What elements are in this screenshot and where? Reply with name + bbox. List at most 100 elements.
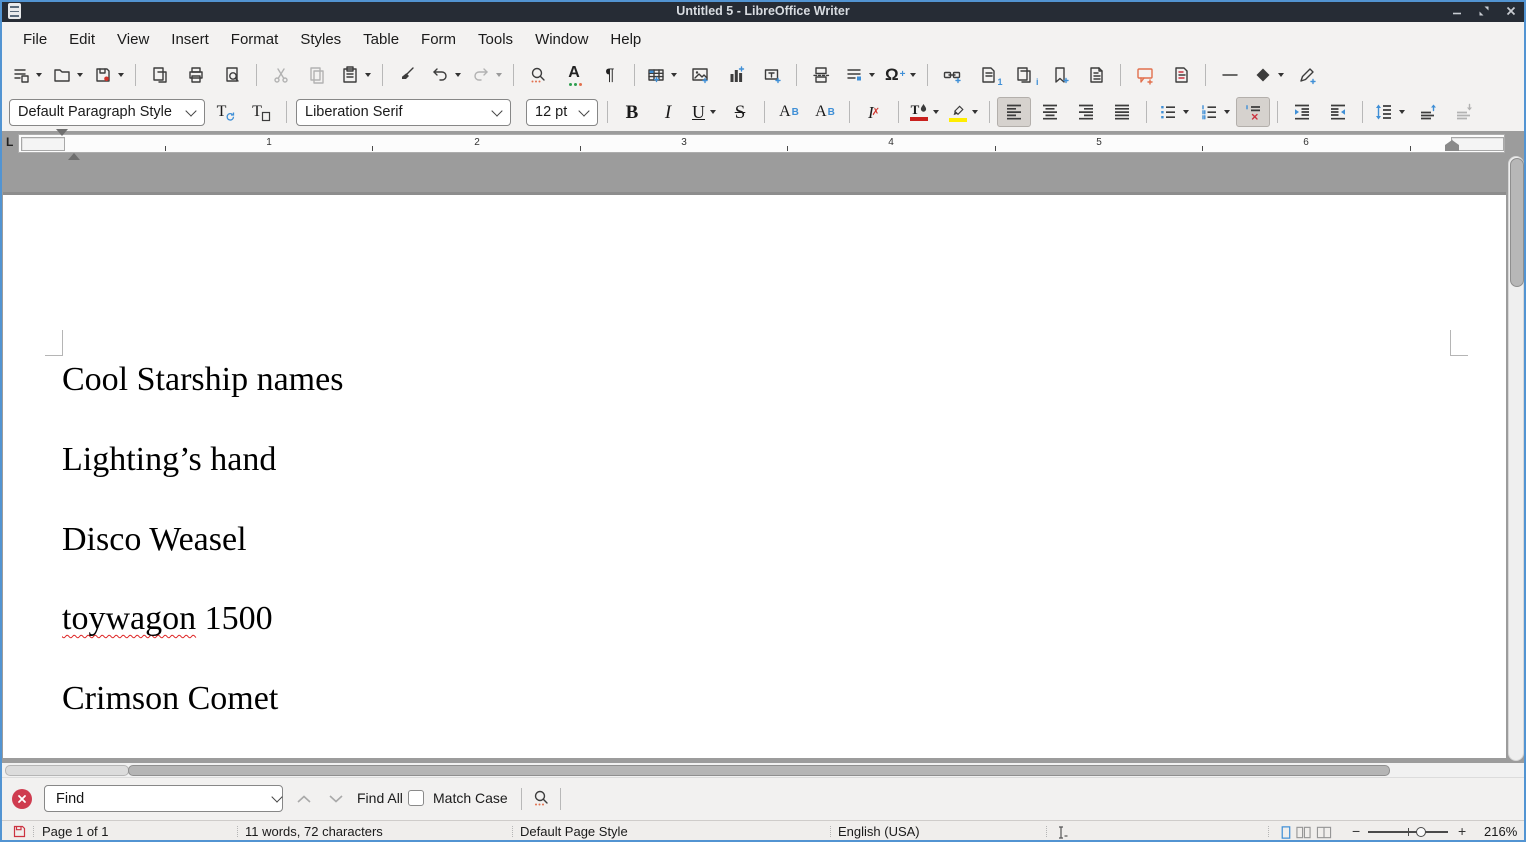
document-line-rest[interactable]: 1500 [196, 600, 273, 637]
insert-text-box-button[interactable] [755, 60, 789, 90]
menu-insert[interactable]: Insert [160, 27, 220, 52]
document-line[interactable]: Cool Starship names [62, 363, 343, 397]
zoom-in-button[interactable]: + [1458, 823, 1466, 839]
highlight-color-button[interactable] [945, 97, 982, 127]
no-list-button[interactable] [1236, 97, 1270, 127]
increase-paragraph-spacing-button[interactable] [1411, 97, 1445, 127]
undo-button[interactable] [426, 60, 465, 90]
horizontal-ruler[interactable]: 1 2 3 4 5 6 [18, 134, 1505, 153]
dropdown-arrow[interactable] [496, 73, 502, 77]
insert-endnote-button[interactable]: i [1007, 60, 1041, 90]
dropdown-arrow[interactable] [910, 73, 916, 77]
menu-format[interactable]: Format [220, 27, 290, 52]
word-count-status[interactable]: 11 words, 72 characters [245, 824, 383, 839]
vertical-scrollbar-thumb[interactable] [1510, 158, 1524, 287]
justify-button[interactable] [1105, 97, 1139, 127]
underline-button[interactable]: U [687, 97, 721, 127]
close-button[interactable] [1504, 4, 1518, 18]
restore-button[interactable] [1477, 4, 1491, 18]
unordered-list-button[interactable] [1154, 97, 1193, 127]
dropdown-arrow[interactable] [933, 110, 939, 114]
menu-help[interactable]: Help [599, 27, 652, 52]
font-color-button[interactable]: T [906, 97, 943, 127]
indent-marker[interactable] [56, 136, 69, 152]
insert-bookmark-button[interactable] [1043, 60, 1077, 90]
print-preview-button[interactable] [215, 60, 249, 90]
misspelled-word[interactable]: toywagon [62, 600, 196, 637]
insert-footnote-button[interactable]: 1 [971, 60, 1005, 90]
dropdown-arrow[interactable] [671, 73, 677, 77]
insert-comment-button[interactable] [1128, 60, 1162, 90]
paragraph-style-combobox[interactable]: Default Paragraph Style [9, 99, 205, 126]
single-page-view-button[interactable] [1278, 825, 1293, 842]
zoom-slider[interactable] [1368, 831, 1448, 833]
horizontal-scrollbar-thumb[interactable] [128, 765, 1390, 776]
font-size-combobox[interactable]: 12 pt [526, 99, 598, 126]
export-pdf-button[interactable] [143, 60, 177, 90]
zoom-slider-thumb[interactable] [1416, 827, 1426, 837]
titlebar[interactable]: Untitled 5 - LibreOffice Writer [0, 0, 1526, 22]
insert-image-button[interactable] [683, 60, 717, 90]
save-button[interactable] [89, 60, 128, 90]
open-button[interactable] [48, 60, 87, 90]
menu-table[interactable]: Table [352, 27, 410, 52]
dropdown-arrow[interactable] [365, 73, 371, 77]
bold-button[interactable]: B [615, 97, 649, 127]
document-modified-icon[interactable] [13, 825, 26, 841]
align-center-button[interactable] [1033, 97, 1067, 127]
line-spacing-button[interactable] [1370, 97, 1409, 127]
zoom-level-status[interactable]: 216% [1484, 824, 1517, 839]
tab-stop-selector[interactable]: L [6, 135, 13, 149]
clear-formatting-button[interactable]: I✗ [857, 97, 891, 127]
dropdown-arrow[interactable] [1183, 110, 1189, 114]
basic-shapes-button[interactable] [1249, 60, 1288, 90]
insert-chart-button[interactable] [719, 60, 753, 90]
document-page[interactable]: Cool Starship names Lighting’s hand Disc… [3, 195, 1506, 758]
insert-special-character-button[interactable]: Ω+ [881, 60, 920, 90]
font-name-combobox[interactable]: Liberation Serif [296, 99, 511, 126]
menu-file[interactable]: File [12, 27, 58, 52]
menu-window[interactable]: Window [524, 27, 599, 52]
menu-form[interactable]: Form [410, 27, 467, 52]
page-number-status[interactable]: Page 1 of 1 [42, 824, 109, 839]
insert-line-button[interactable] [1213, 60, 1247, 90]
multi-page-view-button[interactable] [1295, 825, 1312, 842]
find-input[interactable] [54, 790, 265, 808]
dropdown-arrow[interactable] [77, 73, 83, 77]
document-line[interactable]: Crimson Comet [62, 682, 278, 716]
dropdown-arrow[interactable] [1224, 110, 1230, 114]
dropdown-arrow[interactable] [1278, 73, 1284, 77]
minimize-button[interactable] [1450, 4, 1464, 18]
menu-tools[interactable]: Tools [467, 27, 524, 52]
align-right-button[interactable] [1069, 97, 1103, 127]
find-all-button[interactable]: Find All [357, 790, 403, 806]
decrease-indent-button[interactable] [1321, 97, 1355, 127]
insert-field-button[interactable] [840, 60, 879, 90]
dropdown-arrow[interactable] [118, 73, 124, 77]
track-changes-button[interactable] [1164, 60, 1198, 90]
menu-view[interactable]: View [106, 27, 160, 52]
strikethrough-button[interactable]: S [723, 97, 757, 127]
chevron-down-icon[interactable] [271, 791, 282, 802]
page-style-status[interactable]: Default Page Style [520, 824, 628, 839]
find-input-combobox[interactable] [44, 785, 283, 812]
ordered-list-button[interactable] [1195, 97, 1234, 127]
dropdown-arrow[interactable] [36, 73, 42, 77]
menu-styles[interactable]: Styles [289, 27, 352, 52]
insert-table-button[interactable] [642, 60, 681, 90]
increase-indent-button[interactable] [1285, 97, 1319, 127]
match-case-checkbox[interactable] [408, 790, 424, 806]
update-style-button[interactable]: T [209, 97, 243, 127]
superscript-button[interactable]: AB [772, 97, 806, 127]
menu-edit[interactable]: Edit [58, 27, 106, 52]
horizontal-scrollbar-track[interactable] [5, 765, 129, 776]
document-line[interactable]: Disco Weasel [62, 523, 247, 557]
close-find-bar-button[interactable] [12, 789, 32, 809]
document-line[interactable]: Lighting’s hand [62, 443, 276, 477]
new-document-button[interactable] [7, 60, 46, 90]
dropdown-arrow[interactable] [1399, 110, 1405, 114]
insert-page-break-button[interactable] [804, 60, 838, 90]
print-button[interactable] [179, 60, 213, 90]
dropdown-arrow[interactable] [455, 73, 461, 77]
align-left-button[interactable] [997, 97, 1031, 127]
